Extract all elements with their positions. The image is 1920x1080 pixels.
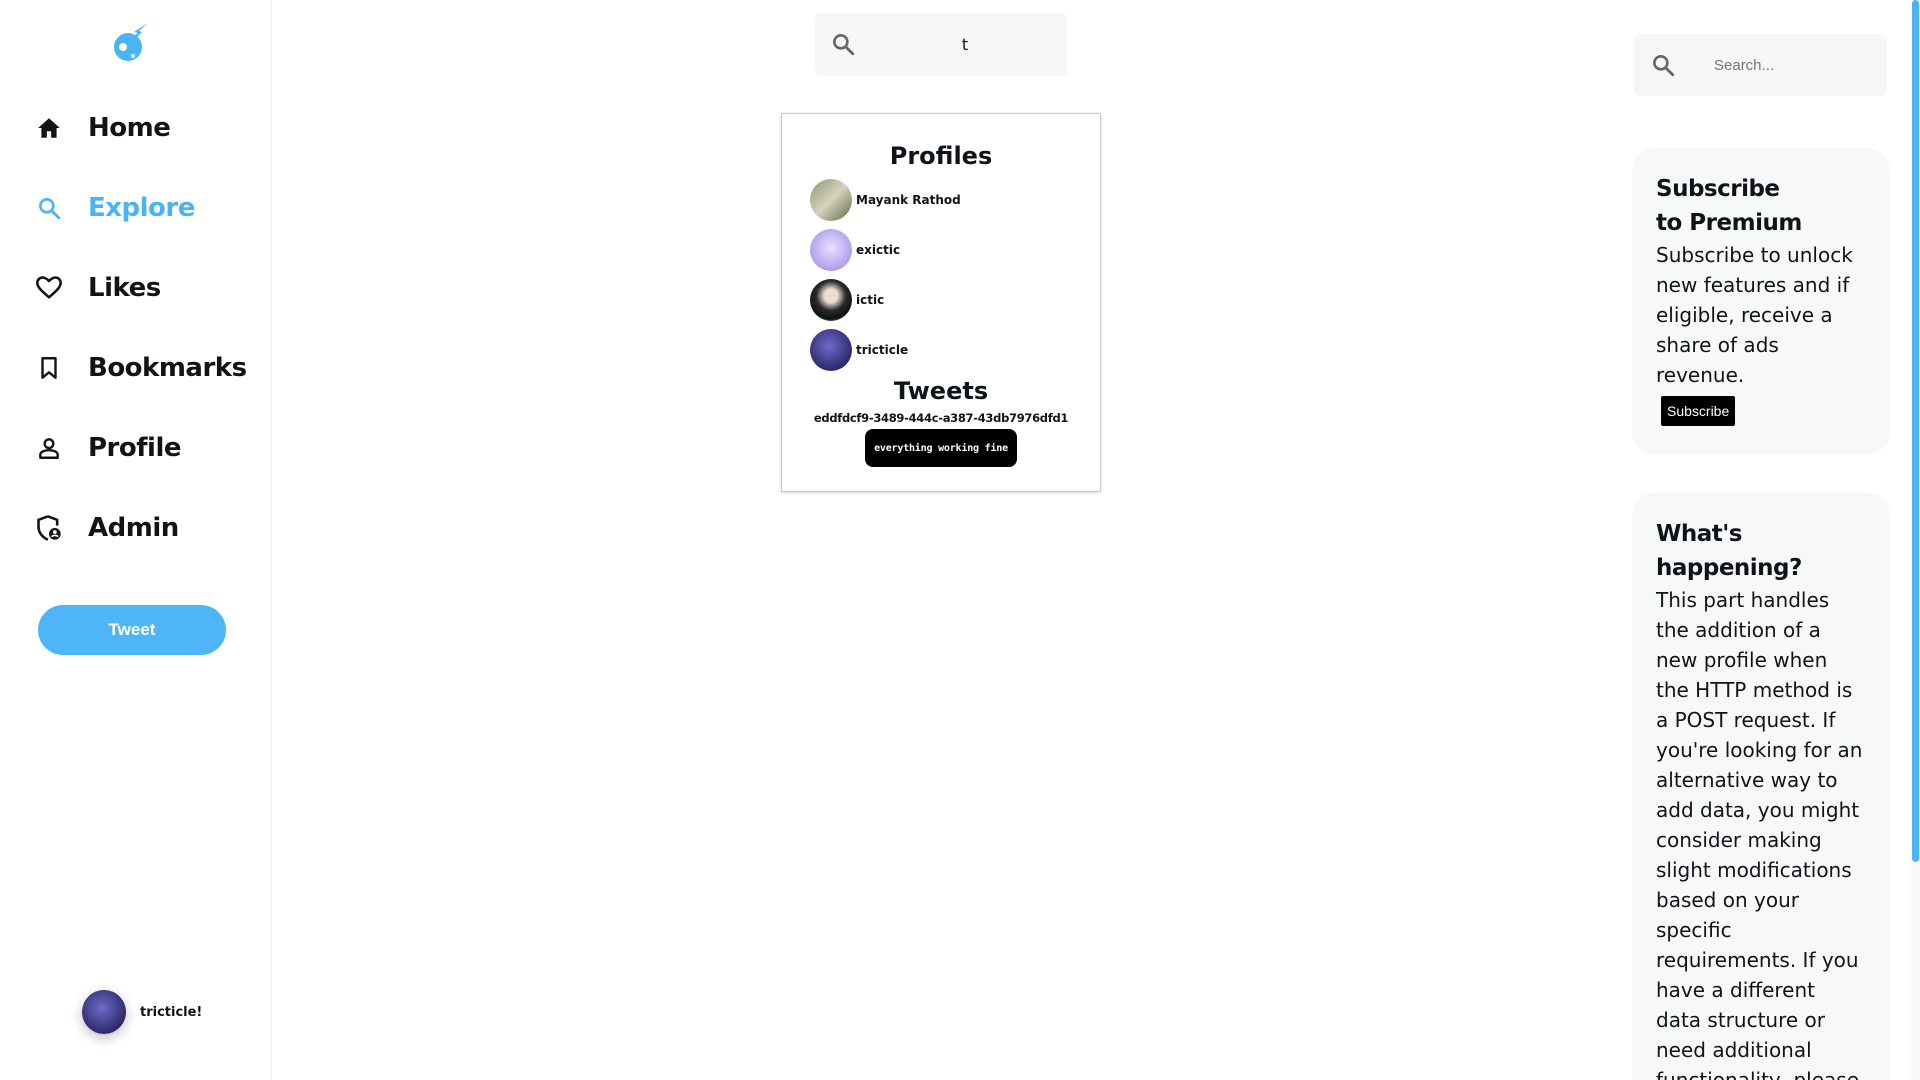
search-icon <box>34 193 64 223</box>
nav-item-label: Profile <box>88 433 182 463</box>
tweets-heading: Tweets <box>893 377 989 405</box>
profile-name: tricticle <box>856 343 909 357</box>
subscribe-premium-card: Subscribe to Premium Subscribe to unlock … <box>1632 148 1890 454</box>
profile-result[interactable]: tricticle <box>810 328 908 372</box>
search-results-dropdown: Profiles Mayank Rathod exictic ictic tri… <box>781 113 1101 492</box>
avatar <box>810 329 852 371</box>
profile-result[interactable]: Mayank Rathod <box>810 178 961 222</box>
nav-item-profile[interactable]: Profile <box>34 426 182 470</box>
card-title-line: What's <box>1656 521 1743 547</box>
tweet-result-button[interactable]: everything working fine <box>865 429 1017 467</box>
home-icon <box>34 113 64 143</box>
avatar <box>82 990 126 1034</box>
search-input[interactable] <box>875 29 1055 59</box>
card-title-line: Subscribe <box>1656 176 1780 202</box>
search-input[interactable] <box>1714 52 1864 78</box>
tweet-id: eddfdcf9-3489-444c-a387-43db7976dfd1 <box>813 411 1069 425</box>
profile-name: exictic <box>856 243 901 257</box>
bookmark-icon <box>34 353 64 383</box>
explore-search-box <box>815 13 1067 76</box>
heart-icon <box>34 273 64 303</box>
nav-item-bookmarks[interactable]: Bookmarks <box>34 346 247 390</box>
avatar <box>810 179 852 221</box>
right-search-box <box>1634 34 1887 96</box>
whats-happening-card: What's happening? This part handles the a… <box>1632 493 1890 1080</box>
card-title-line: to Premium <box>1656 210 1802 236</box>
search-icon <box>830 31 856 61</box>
scrollbar-thumb[interactable] <box>1912 0 1919 862</box>
search-icon <box>1650 52 1676 82</box>
nav-item-label: Admin <box>88 513 179 543</box>
nav-item-label: Home <box>88 113 171 143</box>
profile-result[interactable]: exictic <box>810 228 900 272</box>
avatar <box>810 279 852 321</box>
card-body: Subscribe to unlock new features and if … <box>1656 243 1853 387</box>
nav-item-home[interactable]: Home <box>34 106 171 150</box>
profile-name: Mayank Rathod <box>856 193 961 207</box>
nav-item-explore[interactable]: Explore <box>34 186 195 230</box>
card-title: Subscribe to Premium <box>1656 172 1866 240</box>
nav-item-label: Likes <box>88 273 161 303</box>
person-icon <box>34 433 64 463</box>
subscribe-button[interactable]: Subscribe <box>1661 396 1736 426</box>
username-label: tricticle! <box>140 1004 203 1020</box>
profile-name: ictic <box>856 293 885 307</box>
scrollbar[interactable] <box>1911 0 1920 1080</box>
nav-item-likes[interactable]: Likes <box>34 266 161 310</box>
shield-admin-icon <box>34 513 64 543</box>
nav-item-label: Bookmarks <box>88 353 247 383</box>
avatar <box>810 229 852 271</box>
profiles-heading: Profiles <box>889 142 993 170</box>
profile-result[interactable]: ictic <box>810 278 884 322</box>
card-title-line: happening? <box>1656 555 1802 581</box>
left-sidebar: Home Explore Likes Bookmarks Profile Adm… <box>0 0 272 1080</box>
tweet-button[interactable]: Tweet <box>38 605 226 655</box>
card-body: This part handles the addition of a new … <box>1656 588 1863 1080</box>
account-switcher[interactable]: tricticle! <box>82 990 202 1034</box>
card-title: What's happening? <box>1656 517 1866 585</box>
app-logo-icon[interactable] <box>108 20 156 68</box>
nav-item-label: Explore <box>88 193 195 223</box>
nav-item-admin[interactable]: Admin <box>34 506 179 550</box>
